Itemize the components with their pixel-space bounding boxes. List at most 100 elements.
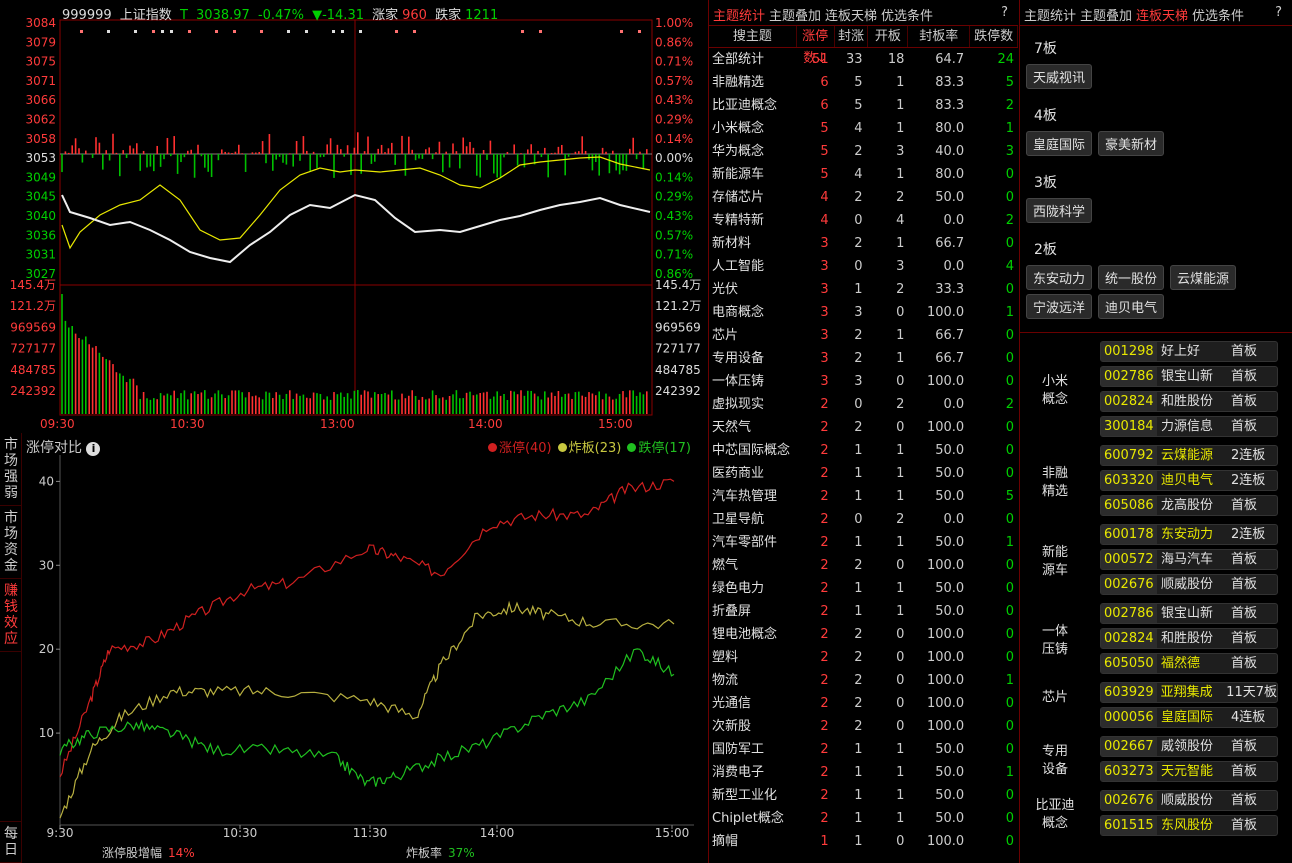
stock-chip[interactable]: 皇庭国际 <box>1026 131 1093 156</box>
side-tab[interactable]: 市场资金 <box>0 506 22 579</box>
info-icon[interactable]: i <box>86 442 101 456</box>
tab-3[interactable]: 优选条件 <box>881 9 933 24</box>
table-row[interactable]: 虚拟现实 2 0 2 0.0 2 <box>709 393 1018 416</box>
table-row[interactable]: 光通信 2 2 0 100.0 0 <box>709 692 1018 715</box>
intraday-chart-panel[interactable]: 3084 1.00% 3079 0.86% 3075 0.71% 3071 0.57% 3066… <box>0 0 705 433</box>
table-row[interactable]: 非融精选 6 5 1 83.3 5 <box>709 71 1018 94</box>
table-row[interactable]: 折叠屏 2 1 1 50.0 0 <box>709 600 1018 623</box>
group-stock[interactable]: 601515 东风股份 首板 <box>1100 815 1278 836</box>
table-header-cell[interactable]: 封板率 <box>908 26 971 47</box>
table-row[interactable]: 小米概念 5 4 1 80.0 1 <box>709 117 1018 140</box>
side-tab[interactable]: 每日 <box>0 821 22 863</box>
stock-chip[interactable]: 天威视讯 <box>1026 64 1093 89</box>
side-tab[interactable]: 赚钱效应 <box>0 579 22 652</box>
table-row[interactable]: 次新股 2 2 0 100.0 0 <box>709 715 1018 738</box>
table-row[interactable]: 燃气 2 2 0 100.0 0 <box>709 554 1018 577</box>
table-row[interactable]: 光伏 3 1 2 33.3 0 <box>709 278 1018 301</box>
table-row[interactable]: 新能源车 5 4 1 80.0 0 <box>709 163 1018 186</box>
cell: 1 <box>896 351 905 366</box>
tab-0[interactable]: 主题统计 <box>713 9 765 24</box>
stock-chip[interactable]: 云煤能源 <box>1170 265 1237 290</box>
group-stock[interactable]: 600178 东安动力 2连板 <box>1100 524 1278 545</box>
vol-tick: 969569 <box>655 320 701 334</box>
table-row[interactable]: 消费电子 2 1 1 50.0 1 <box>709 761 1018 784</box>
stock-chip[interactable]: 统一股份 <box>1098 265 1165 290</box>
table-row[interactable]: 汽车热管理 2 1 1 50.0 5 <box>709 485 1018 508</box>
table-row[interactable]: 电商概念 3 3 0 100.0 1 <box>709 301 1018 324</box>
table-row[interactable]: 存储芯片 4 2 2 50.0 0 <box>709 186 1018 209</box>
group-stock[interactable]: 002824 和胜股份 首板 <box>1100 391 1278 412</box>
group-stock[interactable]: 002676 顺威股份 首板 <box>1100 574 1278 595</box>
table-row[interactable]: 人工智能 3 0 3 0.0 4 <box>709 255 1018 278</box>
group-stock[interactable]: 002824 和胜股份 首板 <box>1100 628 1278 649</box>
table-header-cell[interactable]: 开板 <box>868 26 909 47</box>
table-row[interactable]: 华为概念 5 2 3 40.0 3 <box>709 140 1018 163</box>
tab-4[interactable]: ? <box>1275 5 1282 20</box>
intraday-chart[interactable]: 3084 1.00% 3079 0.86% 3075 0.71% 3071 0.57% 3066… <box>0 0 705 433</box>
tab-2[interactable]: 连板天梯 <box>825 9 877 24</box>
group-stock[interactable]: 002676 顺威股份 首板 <box>1100 790 1278 811</box>
cell: 0 <box>1005 351 1015 366</box>
stock-chip[interactable]: 豪美新材 <box>1098 131 1165 156</box>
cell: 1 <box>854 282 863 297</box>
table-row[interactable]: 芯片 3 2 1 66.7 0 <box>709 324 1018 347</box>
table-header-cell[interactable]: 封涨 <box>835 26 869 47</box>
table-row[interactable]: 锂电池概念 2 2 0 100.0 0 <box>709 623 1018 646</box>
table-row[interactable]: 摘帽 1 1 0 100.0 0 <box>709 830 1018 853</box>
table-row[interactable]: 全部统计 51 33 18 64.7 24 <box>709 48 1018 71</box>
table-header-cell[interactable]: 跌停数 <box>970 26 1018 47</box>
table-row[interactable]: 汽车零部件 2 1 1 50.0 1 <box>709 531 1018 554</box>
group-stock[interactable]: 002786 银宝山新 首板 <box>1100 366 1278 387</box>
cell: 1 <box>896 443 905 458</box>
table-row[interactable]: 新材料 3 2 1 66.7 0 <box>709 232 1018 255</box>
cell: 66.7 <box>935 328 965 343</box>
stock-code: 601515 <box>1101 816 1157 835</box>
table-row[interactable]: 新型工业化 2 1 1 50.0 0 <box>709 784 1018 807</box>
tab-1[interactable]: 主题叠加 <box>1080 9 1132 24</box>
cell: 50.0 <box>935 443 965 458</box>
table-row[interactable]: 医药商业 2 1 1 50.0 0 <box>709 462 1018 485</box>
table-header-cell[interactable]: 涨停数↓ <box>797 26 835 66</box>
group-stock[interactable]: 002786 银宝山新 首板 <box>1100 603 1278 624</box>
stock-chip[interactable]: 东安动力 <box>1026 265 1093 290</box>
table-row[interactable]: 中芯国际概念 2 1 1 50.0 0 <box>709 439 1018 462</box>
group-stock[interactable]: 605050 福然德 首板 <box>1100 653 1278 674</box>
table-row[interactable]: 绿色电力 2 1 1 50.0 0 <box>709 577 1018 600</box>
group-stock[interactable]: 000572 海马汽车 首板 <box>1100 549 1278 570</box>
tab-3[interactable]: 优选条件 <box>1192 9 1244 24</box>
group-stock[interactable]: 605086 龙高股份 首板 <box>1100 495 1278 516</box>
cell: 2 <box>1005 213 1015 228</box>
stock-chip[interactable]: 迪贝电气 <box>1098 294 1165 319</box>
table-header-cell[interactable]: 搜主题 <box>709 26 797 47</box>
table-row[interactable]: 专用设备 3 2 1 66.7 0 <box>709 347 1018 370</box>
tab-0[interactable]: 主题统计 <box>1024 9 1076 24</box>
group-stock[interactable]: 001298 好上好 首板 <box>1100 341 1278 362</box>
side-tab[interactable]: 市场强弱 <box>0 433 22 506</box>
pct-tick: 0.29% <box>655 190 693 204</box>
group-stock[interactable]: 000056 皇庭国际 4连板 <box>1100 707 1278 728</box>
table-row[interactable]: 一体压铸 3 3 0 100.0 0 <box>709 370 1018 393</box>
table-row[interactable]: 塑料 2 2 0 100.0 0 <box>709 646 1018 669</box>
table-row[interactable]: Chiplet概念 2 1 1 50.0 0 <box>709 807 1018 830</box>
table-row[interactable]: 国防军工 2 1 1 50.0 0 <box>709 738 1018 761</box>
table-row[interactable]: 物流 2 2 0 100.0 1 <box>709 669 1018 692</box>
group-stock[interactable]: 603320 迪贝电气 2连板 <box>1100 470 1278 491</box>
table-row[interactable]: 天然气 2 2 0 100.0 0 <box>709 416 1018 439</box>
tab-1[interactable]: 主题叠加 <box>769 9 821 24</box>
stock-chip[interactable]: 宁波远洋 <box>1026 294 1093 319</box>
group-stock[interactable]: 002667 威领股份 首板 <box>1100 736 1278 757</box>
cell: 0 <box>896 673 905 688</box>
table-row[interactable]: 卫星导航 2 0 2 0.0 0 <box>709 508 1018 531</box>
group-stock[interactable]: 300184 力源信息 首板 <box>1100 416 1278 437</box>
cell: 50.0 <box>935 788 965 803</box>
table-row[interactable]: 比亚迪概念 6 5 1 83.3 2 <box>709 94 1018 117</box>
group-stock[interactable]: 603929 亚翔集成 11天7板 <box>1100 682 1278 703</box>
stock-chip[interactable]: 西陇科学 <box>1026 198 1093 223</box>
tab-2[interactable]: 连板天梯 <box>1136 9 1188 24</box>
cell: 50.0 <box>935 466 965 481</box>
group-stock[interactable]: 603273 天元智能 首板 <box>1100 761 1278 782</box>
group-stock[interactable]: 600792 云煤能源 2连板 <box>1100 445 1278 466</box>
tab-4[interactable]: ? <box>1001 5 1008 20</box>
table-row[interactable]: 专精特新 4 0 4 0.0 2 <box>709 209 1018 232</box>
cell: 2 <box>820 420 829 435</box>
